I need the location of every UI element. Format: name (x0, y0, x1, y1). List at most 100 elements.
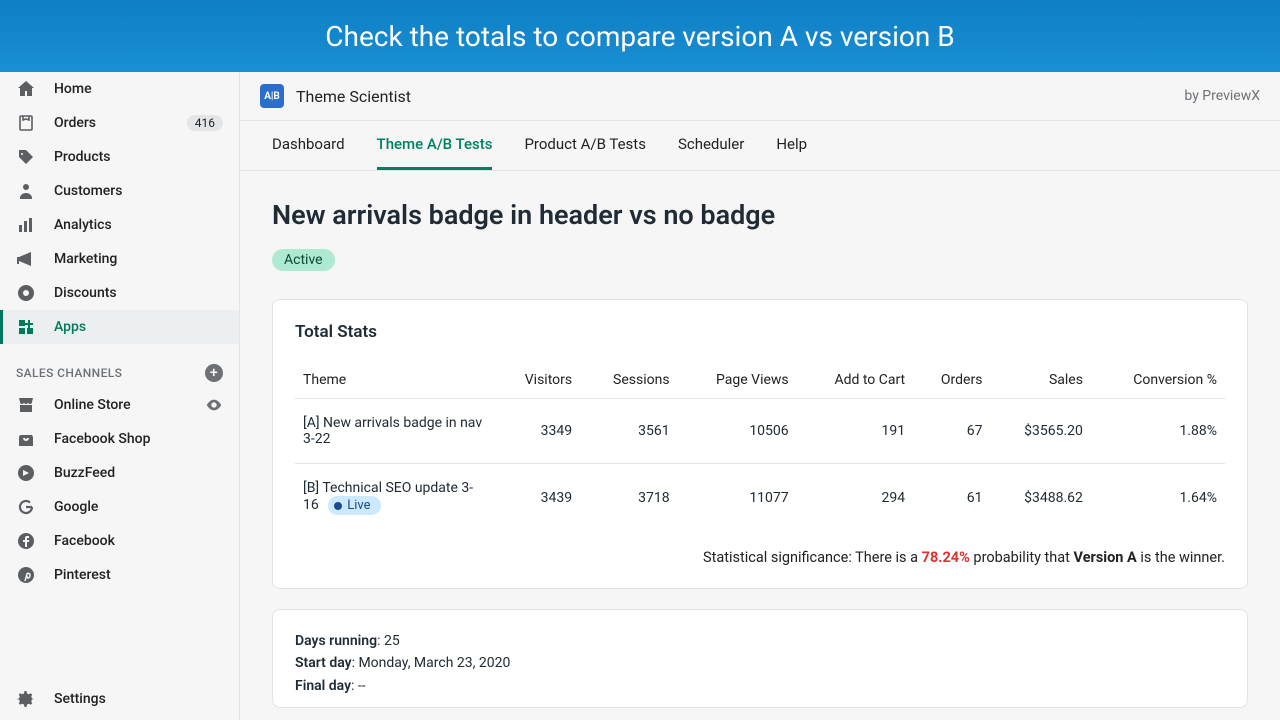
home-icon (16, 79, 36, 99)
sidebar-channel-pinterest[interactable]: Pinterest (0, 558, 239, 592)
col-page-views: Page Views (678, 362, 797, 399)
channel-label: Facebook (54, 533, 115, 549)
sidebar-channel-online-store[interactable]: Online Store (0, 388, 239, 422)
statistical-significance: Statistical significance: There is a 78.… (295, 549, 1225, 566)
analytics-icon (16, 215, 36, 235)
discounts-icon (16, 283, 36, 303)
channel-label: Online Store (54, 397, 131, 413)
customers-icon (16, 181, 36, 201)
cell-add_to_cart: 191 (797, 399, 913, 464)
cell-sales: $3488.62 (990, 464, 1090, 532)
cell-visitors: 3439 (495, 464, 580, 532)
final-day-label: Final day (295, 678, 351, 694)
sidebar-channel-facebook-shop[interactable]: Facebook Shop (0, 422, 239, 456)
orders-icon (16, 113, 36, 133)
sidebar-item-customers[interactable]: Customers (0, 174, 239, 208)
channel-label: Google (54, 499, 98, 515)
sidebar-item-analytics[interactable]: Analytics (0, 208, 239, 242)
channel-label: Facebook Shop (54, 431, 150, 447)
sig-mid: probability that (970, 549, 1074, 566)
sidebar-item-products[interactable]: Products (0, 140, 239, 174)
nav-label: Analytics (54, 217, 112, 233)
channel-label: BuzzFeed (54, 465, 115, 481)
sidebar-item-marketing[interactable]: Marketing (0, 242, 239, 276)
days-running-label: Days running (295, 633, 377, 649)
col-add-to-cart: Add to Cart (797, 362, 913, 399)
sidebar-item-settings[interactable]: Settings (0, 682, 239, 716)
app-vendor: by PreviewX (1184, 88, 1260, 104)
stats-table: Theme Visitors Sessions Page Views Add t… (295, 362, 1225, 531)
cell-page_views: 11077 (678, 464, 797, 532)
tab-product-ab-tests[interactable]: Product A/B Tests (524, 121, 645, 170)
nav-label: Apps (54, 319, 86, 335)
pinterest-icon (16, 565, 36, 585)
sig-suffix: is the winner. (1137, 549, 1225, 566)
app-tabs: Dashboard Theme A/B Tests Product A/B Te… (240, 121, 1280, 171)
status-badge: Active (272, 249, 335, 271)
channel-label: Pinterest (54, 567, 111, 583)
main-content: A|B Theme Scientist by PreviewX Dashboar… (240, 72, 1280, 720)
cell-theme: [B] Technical SEO update 3-16 Live (295, 464, 495, 532)
nav-label: Discounts (54, 285, 117, 301)
table-row: [B] Technical SEO update 3-16 Live343937… (295, 464, 1225, 532)
facebook-icon (16, 531, 36, 551)
google-icon (16, 497, 36, 517)
facebook-shop-icon (16, 429, 36, 449)
tab-scheduler[interactable]: Scheduler (678, 121, 744, 170)
col-sessions: Sessions (580, 362, 677, 399)
nav-label: Marketing (54, 251, 117, 267)
marketing-icon (16, 249, 36, 269)
app-header: A|B Theme Scientist by PreviewX (240, 72, 1280, 121)
nav-label: Orders (54, 115, 96, 131)
nav-label: Products (54, 149, 111, 165)
cell-add_to_cart: 294 (797, 464, 913, 532)
sales-channels-header: SALES CHANNELS + (0, 344, 239, 388)
col-visitors: Visitors (495, 362, 580, 399)
sidebar-item-apps[interactable]: Apps (0, 310, 239, 344)
cell-sales: $3565.20 (990, 399, 1090, 464)
start-day-value: : Monday, March 23, 2020 (352, 655, 511, 671)
tab-dashboard[interactable]: Dashboard (272, 121, 345, 170)
sidebar-channel-buzzfeed[interactable]: BuzzFeed (0, 456, 239, 490)
col-sales: Sales (990, 362, 1090, 399)
tab-help[interactable]: Help (776, 121, 807, 170)
page-title: New arrivals badge in header vs no badge (272, 199, 1248, 231)
promo-banner: Check the totals to compare version A vs… (0, 0, 1280, 72)
col-orders: Orders (913, 362, 990, 399)
cell-conversion: 1.64% (1091, 464, 1225, 532)
sidebar-channel-facebook[interactable]: Facebook (0, 524, 239, 558)
products-icon (16, 147, 36, 167)
sidebar: Home Orders 416 Products Customers Analy… (0, 72, 240, 720)
sig-winner: Version A (1074, 549, 1137, 566)
tab-theme-ab-tests[interactable]: Theme A/B Tests (377, 121, 493, 170)
cell-orders: 61 (913, 464, 990, 532)
app-title: Theme Scientist (296, 87, 411, 106)
cell-page_views: 10506 (678, 399, 797, 464)
final-day-value: : -- (351, 678, 366, 694)
add-channel-button[interactable]: + (205, 364, 223, 382)
col-theme: Theme (295, 362, 495, 399)
app-logo-icon: A|B (260, 84, 284, 108)
sidebar-item-discounts[interactable]: Discounts (0, 276, 239, 310)
view-store-icon[interactable] (205, 396, 223, 414)
nav-label: Customers (54, 183, 122, 199)
cell-sessions: 3561 (580, 399, 677, 464)
start-day-label: Start day (295, 655, 352, 671)
sidebar-item-orders[interactable]: Orders 416 (0, 106, 239, 140)
sig-probability: 78.24% (922, 549, 970, 566)
sidebar-channel-google[interactable]: Google (0, 490, 239, 524)
cell-visitors: 3349 (495, 399, 580, 464)
days-running-value: : 25 (377, 633, 400, 649)
card-title: Total Stats (295, 322, 1225, 342)
settings-label: Settings (54, 691, 106, 707)
banner-text: Check the totals to compare version A vs… (325, 20, 954, 53)
cell-theme: [A] New arrivals badge in nav 3-22 (295, 399, 495, 464)
sidebar-item-home[interactable]: Home (0, 72, 239, 106)
col-conversion: Conversion % (1091, 362, 1225, 399)
total-stats-card: Total Stats Theme Visitors Sessions Page… (272, 299, 1248, 589)
cell-orders: 67 (913, 399, 990, 464)
live-badge: Live (328, 496, 380, 515)
cell-conversion: 1.88% (1091, 399, 1225, 464)
channels-label: SALES CHANNELS (16, 366, 122, 380)
cell-sessions: 3718 (580, 464, 677, 532)
